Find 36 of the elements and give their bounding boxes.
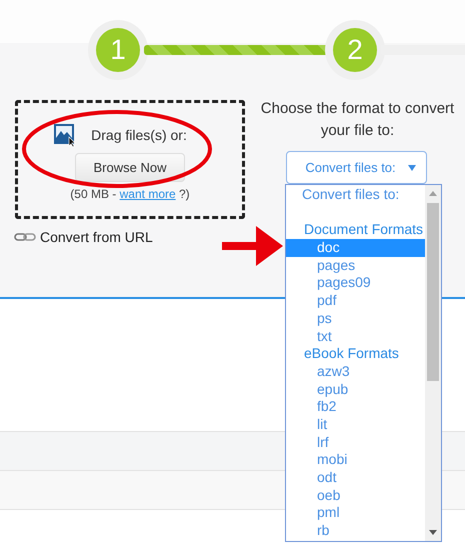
- scroll-down-icon[interactable]: [429, 530, 437, 535]
- dropdown-option[interactable]: mobi: [286, 451, 425, 469]
- link-icon: [14, 233, 36, 241]
- scrollbar[interactable]: [425, 185, 441, 541]
- browse-now-button[interactable]: Browse Now: [75, 153, 185, 182]
- dropdown-option[interactable]: Convert files to:: [286, 186, 425, 204]
- dropdown-option[interactable]: oeb: [286, 486, 425, 504]
- convert-from-url-link[interactable]: Convert from URL: [40, 229, 153, 245]
- format-heading: Choose the format to convert your file to:: [260, 99, 456, 141]
- step-circle: 2: [333, 28, 377, 72]
- caret-icon: [408, 164, 416, 170]
- step-circle: 1: [96, 28, 140, 72]
- dropdown-option[interactable]: pdf: [286, 292, 425, 310]
- dropdown-option[interactable]: odt: [286, 469, 425, 487]
- format-select[interactable]: Convert files to:: [286, 151, 427, 184]
- dropdown-option[interactable]: ps: [286, 310, 425, 328]
- dropdown-option[interactable]: lit: [286, 416, 425, 434]
- dropdown-option[interactable]: pages09: [286, 274, 425, 292]
- drop-zone[interactable]: Drag files(s) or: Browse Now (50 MB - want more ?): [15, 100, 245, 219]
- dropdown-option[interactable]: doc: [286, 239, 425, 257]
- image-upload-icon: [53, 123, 78, 147]
- arrow-annotation: [222, 226, 283, 266]
- drag-prompt: Drag files(s) or:: [91, 127, 187, 143]
- option-group-label: Document Formats: [303, 221, 424, 240]
- dropdown-option[interactable]: rb: [286, 522, 425, 540]
- dropdown-option[interactable]: lrf: [286, 434, 425, 452]
- dropdown-option[interactable]: pml: [286, 504, 425, 522]
- want-more-link[interactable]: want more: [120, 187, 176, 201]
- dropdown-option[interactable]: txt: [286, 328, 425, 346]
- scroll-up-icon[interactable]: [429, 191, 437, 196]
- dropdown-option[interactable]: pages: [286, 256, 425, 274]
- option-group-label: eBook Formats: [303, 345, 400, 363]
- dropdown-option[interactable]: epub: [286, 380, 425, 398]
- size-limit-note: (50 MB - want more ?): [70, 187, 190, 201]
- dropdown-option[interactable]: fb2: [286, 398, 425, 416]
- dropdown-option[interactable]: azw3: [286, 362, 425, 381]
